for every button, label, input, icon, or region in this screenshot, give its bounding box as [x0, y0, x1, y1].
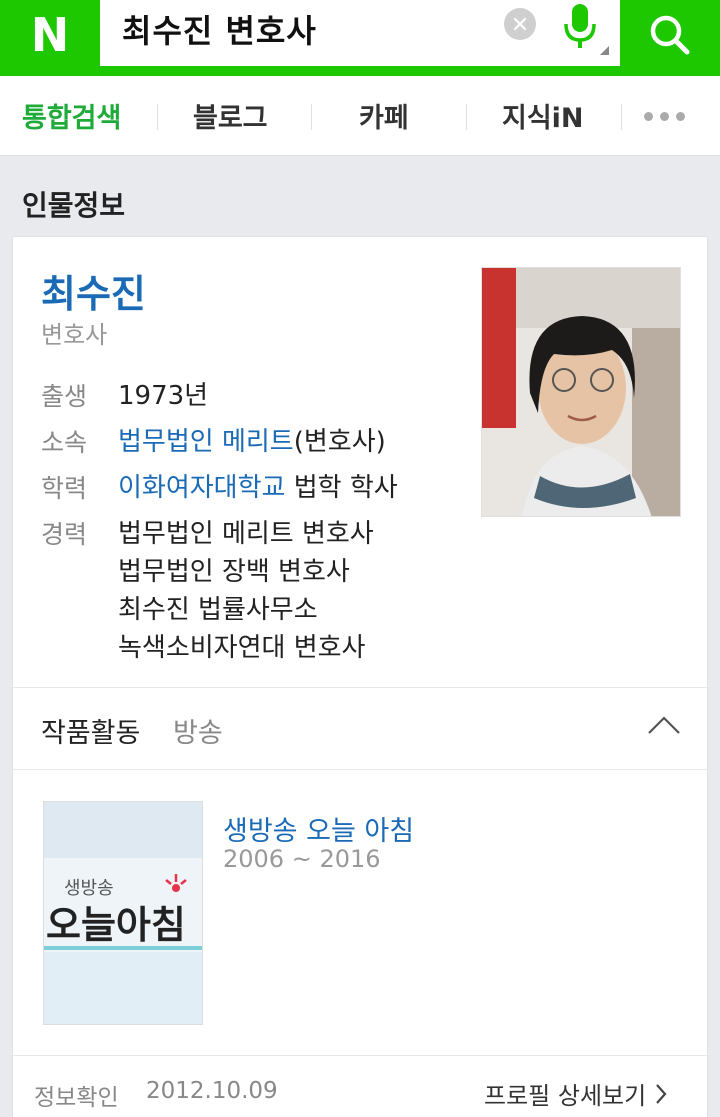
- affiliation-link[interactable]: 법무법인 메리트: [118, 427, 294, 457]
- works-title: 작품활동: [41, 718, 141, 749]
- career-item: 최수진 법률사무소: [118, 595, 318, 625]
- person-card: 최수진 변호사 출생 1973년 소속 법무법인 메리트(변호사) 학력 이화여…: [12, 236, 708, 1117]
- profile-detail-link[interactable]: 프로필 상세보기: [484, 1076, 668, 1111]
- education-label: 학력: [41, 474, 88, 503]
- more-icon[interactable]: [644, 112, 685, 121]
- affiliation-value: 법무법인 메리트(변호사): [118, 427, 386, 457]
- person-name[interactable]: 최수진: [41, 263, 146, 318]
- career-label: 경력: [41, 520, 88, 549]
- tab-integrated[interactable]: 통합검색: [22, 96, 121, 135]
- career-item: 법무법인 장백 변호사: [118, 557, 350, 587]
- birth-value: 1973년: [118, 381, 209, 411]
- mic-icon[interactable]: [558, 2, 602, 52]
- search-query[interactable]: 최수진 변호사: [122, 6, 317, 52]
- show-period: 2006 ~ 2016: [223, 845, 381, 873]
- svg-text:오늘아침: 오늘아침: [46, 903, 186, 947]
- naver-logo[interactable]: N: [0, 0, 100, 70]
- career-item: 법무법인 메리트 변호사: [118, 519, 374, 549]
- education-value: 이화여자대학교 법학 학사: [118, 473, 398, 503]
- works-category: 방송: [173, 718, 223, 749]
- search-header: N 최수진 변호사: [0, 0, 720, 76]
- search-tabs: 통합검색 블로그 카페 지식iN: [0, 76, 720, 156]
- input-corner-icon: [600, 46, 609, 55]
- search-icon: [650, 15, 690, 55]
- education-link[interactable]: 이화여자대학교: [118, 473, 285, 503]
- career-item: 녹색소비자연대 변호사: [118, 633, 366, 663]
- search-button[interactable]: [620, 0, 720, 70]
- clear-icon[interactable]: [504, 8, 536, 40]
- affiliation-label: 소속: [41, 428, 88, 457]
- person-occupation: 변호사: [41, 321, 108, 349]
- chevron-right-icon: [656, 1083, 667, 1104]
- search-input[interactable]: 최수진 변호사: [100, 0, 620, 66]
- chevron-up-icon[interactable]: [647, 713, 681, 737]
- tab-blog[interactable]: 블로그: [193, 96, 268, 135]
- svg-text:생방송: 생방송: [64, 878, 114, 899]
- tab-cafe[interactable]: 카페: [359, 96, 409, 135]
- birth-label: 출생: [41, 382, 88, 411]
- section-title: 인물정보: [22, 189, 126, 222]
- show-title-link[interactable]: 생방송 오늘 아침: [223, 809, 414, 848]
- show-thumbnail[interactable]: 생방송 오늘아침: [43, 801, 203, 1025]
- person-photo[interactable]: [481, 267, 681, 517]
- tab-kin[interactable]: 지식iN: [502, 96, 584, 135]
